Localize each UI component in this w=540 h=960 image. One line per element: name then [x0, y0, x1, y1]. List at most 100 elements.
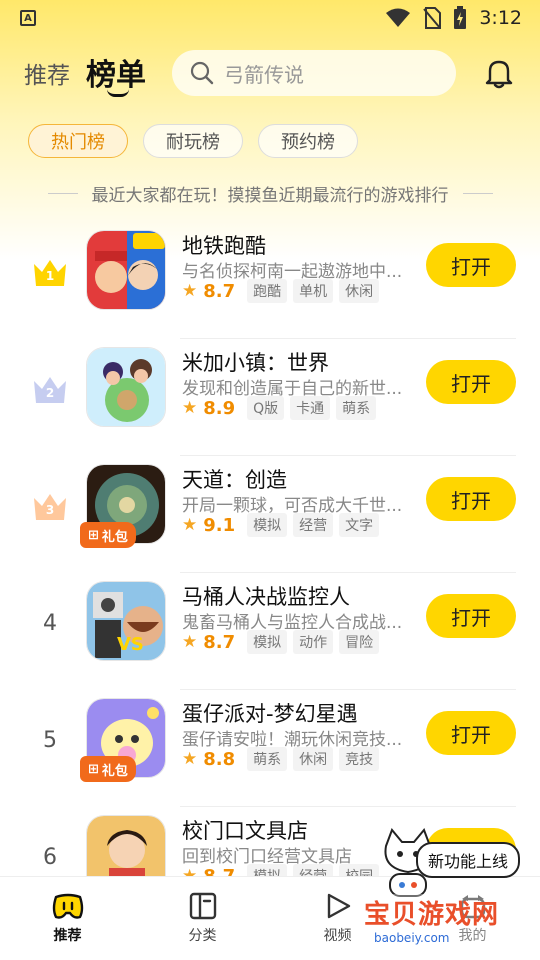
chip-long-play[interactable]: 耐玩榜: [143, 124, 243, 158]
gift-badge: ⊞ 礼包: [80, 756, 136, 782]
game-tag: 冒险: [339, 630, 380, 654]
game-meta: ★ 8.8 萌系 休闲 竞技: [182, 747, 380, 771]
game-tag: 卡通: [290, 396, 331, 420]
nav-label: 视频: [323, 928, 352, 944]
game-title[interactable]: 蛋仔派对-梦幻星遇: [182, 698, 358, 728]
star-icon: ★: [182, 749, 198, 769]
game-title[interactable]: 校门口文具店: [182, 815, 308, 845]
star-icon: ★: [182, 515, 198, 535]
gift-icon: ⊞: [88, 761, 99, 777]
star-icon: ★: [182, 632, 198, 652]
category-icon: [189, 892, 216, 920]
star-icon: ★: [182, 281, 198, 301]
status-bar: A 3:12: [0, 0, 540, 36]
game-tag: 萌系: [247, 747, 288, 771]
game-tag: 动作: [293, 630, 334, 654]
gamepad-icon: [52, 893, 83, 919]
star-icon: ★: [182, 398, 198, 418]
game-row[interactable]: 1 地铁跑酷 与名侦探柯南一起遨游地中... ★ 8.7 跑酷 单机 休闲 打开: [0, 222, 540, 339]
rank-crown-silver-icon: 2: [30, 369, 70, 409]
wifi-icon: [386, 8, 411, 27]
game-tag: 模拟: [247, 630, 288, 654]
rank-number: 4: [43, 610, 57, 636]
app-notification-icon: A: [20, 10, 36, 26]
game-title[interactable]: 马桶人决战监控人: [182, 581, 350, 611]
gift-icon: ⊞: [88, 527, 99, 543]
nav-label: 推荐: [53, 928, 82, 944]
search-icon: [190, 61, 214, 85]
rank-number: 3: [45, 503, 55, 517]
gift-label: 礼包: [101, 529, 128, 545]
watermark-url: baobeiy.com: [374, 931, 450, 945]
game-row[interactable]: 3 ⊞ 礼包 天道：创造 开局一颗球，可否成大千世... ★ 9.1 模拟 经营…: [0, 456, 540, 573]
bell-icon[interactable]: [482, 56, 516, 90]
game-title[interactable]: 地铁跑酷: [182, 230, 266, 260]
status-time: 3:12: [479, 7, 522, 29]
gift-label: 礼包: [101, 763, 128, 779]
top-header: 推荐 榜单 弓箭传说: [0, 44, 540, 108]
nav-category[interactable]: 分类: [135, 877, 270, 960]
game-score: 8.9: [203, 397, 236, 419]
game-score: 8.8: [203, 748, 236, 770]
chip-reservation[interactable]: 预约榜: [258, 124, 358, 158]
open-button[interactable]: 打开: [426, 243, 516, 287]
game-title[interactable]: 天道：创造: [182, 464, 287, 494]
watermark-title: 宝贝游戏网: [364, 900, 500, 930]
new-feature-bubble[interactable]: 新功能上线: [416, 842, 521, 878]
game-tag: 经营: [293, 513, 334, 537]
ranking-filter-chips: 热门榜 耐玩榜 预约榜: [28, 124, 358, 158]
open-button[interactable]: 打开: [426, 711, 516, 755]
search-placeholder: 弓箭传说: [224, 62, 304, 87]
active-tab-indicator: [107, 89, 129, 97]
battery-charging-icon: [454, 6, 467, 29]
game-score: 8.7: [203, 631, 236, 653]
rank-number: 6: [43, 844, 57, 870]
game-icon-subway-surfers[interactable]: [86, 230, 166, 310]
game-meta: ★ 8.7 模拟 动作 冒险: [182, 630, 380, 654]
tab-recommend[interactable]: 推荐: [24, 56, 70, 90]
game-tag: 模拟: [247, 513, 288, 537]
no-sim-icon: [423, 7, 442, 29]
rank-number-container: 6: [30, 837, 70, 877]
rank-number-container: 5: [30, 720, 70, 760]
tab-ranking[interactable]: 榜单: [86, 50, 146, 94]
game-tag: 竞技: [339, 747, 380, 771]
open-button[interactable]: 打开: [426, 360, 516, 404]
game-row[interactable]: 4 VS 马桶人决战监控人 鬼畜马桶人与监控人合成战... ★ 8.7 模拟 动…: [0, 573, 540, 690]
open-button[interactable]: 打开: [426, 594, 516, 638]
search-bar[interactable]: 弓箭传说: [172, 50, 456, 96]
gift-badge: ⊞ 礼包: [80, 522, 136, 548]
nav-recommend[interactable]: 推荐: [0, 877, 135, 960]
game-meta: ★ 8.9 Q版 卡通 萌系: [182, 396, 377, 420]
svg-text:VS: VS: [117, 634, 144, 655]
game-tag: 跑酷: [247, 279, 288, 303]
game-tag: 萌系: [336, 396, 377, 420]
game-score: 8.7: [203, 280, 236, 302]
video-play-icon: [327, 893, 350, 919]
game-row[interactable]: 2 米加小镇：世界 发现和创造属于自己的新世... ★ 8.9 Q版 卡通 萌系…: [0, 339, 540, 456]
site-watermark: 宝贝游戏网 baobeiy.com: [364, 894, 514, 954]
game-meta: ★ 8.7 跑酷 单机 休闲: [182, 279, 380, 303]
rank-number: 2: [45, 386, 55, 400]
rank-number: 1: [45, 269, 55, 283]
nav-label: 分类: [188, 928, 217, 944]
game-tag: 休闲: [339, 279, 380, 303]
ranking-subtitle: 最近大家都在玩！摸摸鱼近期最流行的游戏排行: [0, 180, 540, 206]
open-button[interactable]: 打开: [426, 477, 516, 521]
rank-crown-gold-icon: 1: [30, 252, 70, 292]
game-score: 9.1: [203, 514, 236, 536]
game-tag: 休闲: [293, 747, 334, 771]
game-ranking-list: 1 地铁跑酷 与名侦探柯南一起遨游地中... ★ 8.7 跑酷 单机 休闲 打开: [0, 222, 540, 924]
chip-hot[interactable]: 热门榜: [28, 124, 128, 158]
rank-crown-bronze-icon: 3: [30, 486, 70, 526]
divider-right: [462, 192, 493, 194]
divider-left: [47, 192, 78, 194]
game-icon-miga-town[interactable]: [86, 347, 166, 427]
game-title[interactable]: 米加小镇：世界: [182, 347, 329, 377]
rank-number: 5: [43, 727, 57, 753]
game-icon-toilet-vs-camera[interactable]: VS: [86, 581, 166, 661]
game-row[interactable]: 5 ⊞ 礼包 蛋仔派对-梦幻星遇 蛋仔请安啦！潮玩休闲竞技... ★ 8.8 萌…: [0, 690, 540, 807]
game-tag: 文字: [339, 513, 380, 537]
game-meta: ★ 9.1 模拟 经营 文字: [182, 513, 380, 537]
rank-number-container: 4: [30, 603, 70, 643]
